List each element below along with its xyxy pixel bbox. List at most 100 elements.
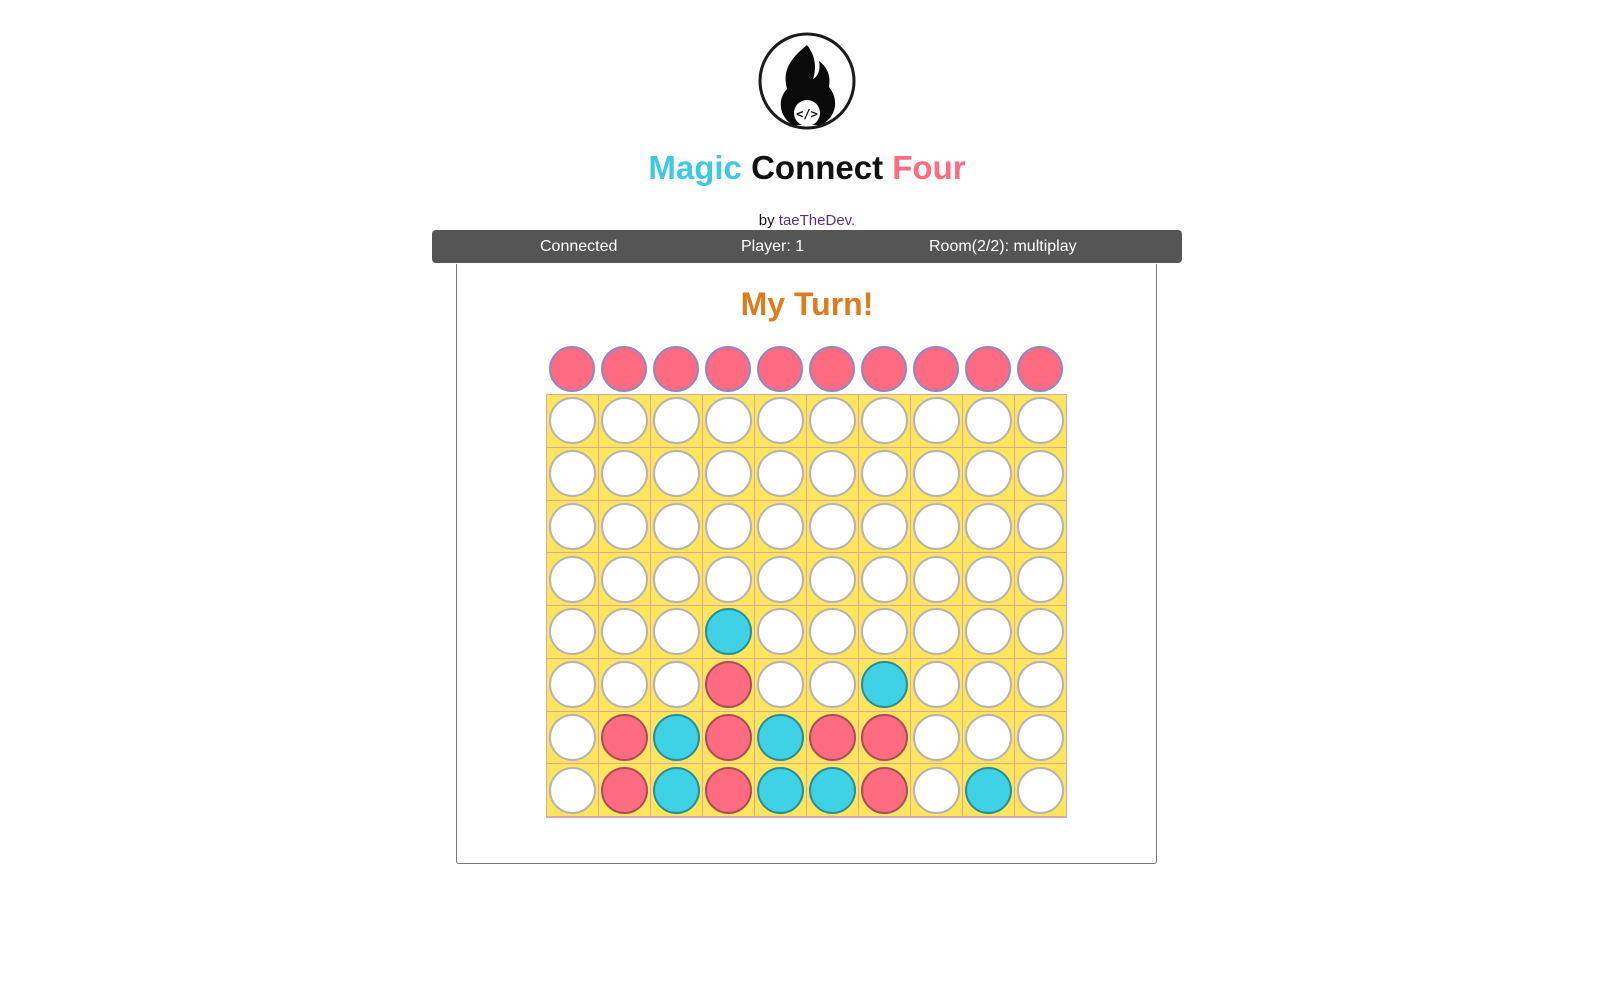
- board-cell[interactable]: [1015, 764, 1067, 817]
- board-cell[interactable]: [963, 553, 1015, 606]
- board-cell[interactable]: [651, 447, 703, 501]
- board-cell[interactable]: [651, 500, 703, 554]
- board-cell[interactable]: [807, 764, 859, 817]
- board-cell[interactable]: [1015, 711, 1067, 765]
- empty-slot: [913, 555, 960, 603]
- board-cell[interactable]: [599, 711, 651, 765]
- board-cell[interactable]: [911, 553, 963, 606]
- board-cell[interactable]: [963, 764, 1015, 817]
- drop-column-1[interactable]: [546, 344, 598, 394]
- title-word-four: Four: [892, 149, 966, 186]
- board-cell[interactable]: [703, 447, 755, 501]
- drop-column-6[interactable]: [806, 344, 858, 394]
- board-cell[interactable]: [547, 553, 599, 606]
- author-link[interactable]: taeTheDev: [779, 212, 851, 229]
- drop-column-4[interactable]: [702, 344, 754, 394]
- board-cell[interactable]: [755, 395, 807, 448]
- board-cell[interactable]: [963, 500, 1015, 554]
- board-cell[interactable]: [1015, 500, 1067, 554]
- board-cell[interactable]: [1015, 658, 1067, 712]
- board-cell[interactable]: [755, 553, 807, 606]
- board-cell[interactable]: [651, 395, 703, 448]
- board-cell[interactable]: [547, 658, 599, 712]
- board-cell[interactable]: [599, 658, 651, 712]
- svg-text:</>: </>: [796, 107, 818, 121]
- blue-piece: [705, 608, 752, 656]
- board-cell[interactable]: [755, 447, 807, 501]
- board-cell[interactable]: [703, 553, 755, 606]
- board-cell[interactable]: [599, 553, 651, 606]
- empty-slot: [601, 502, 648, 550]
- drop-column-5[interactable]: [754, 344, 806, 394]
- board-cell[interactable]: [911, 711, 963, 765]
- drop-column-9[interactable]: [962, 344, 1014, 394]
- board-cell[interactable]: [547, 395, 599, 448]
- board-cell[interactable]: [547, 500, 599, 554]
- board-cell[interactable]: [911, 658, 963, 712]
- board-cell[interactable]: [755, 764, 807, 817]
- byline-suffix: .: [851, 212, 856, 229]
- board-cell[interactable]: [651, 658, 703, 712]
- empty-slot: [809, 502, 856, 550]
- board-cell[interactable]: [547, 711, 599, 765]
- board-cell[interactable]: [807, 711, 859, 765]
- board-cell[interactable]: [703, 606, 755, 659]
- board-cell[interactable]: [651, 553, 703, 606]
- board-cell[interactable]: [547, 606, 599, 659]
- board-cell[interactable]: [755, 658, 807, 712]
- board-cell[interactable]: [911, 764, 963, 817]
- board-cell[interactable]: [755, 500, 807, 554]
- board-cell[interactable]: [963, 447, 1015, 501]
- board-cell[interactable]: [651, 764, 703, 817]
- board-cell[interactable]: [703, 395, 755, 448]
- drop-column-2[interactable]: [598, 344, 650, 394]
- board-cell[interactable]: [859, 553, 911, 606]
- board-cell[interactable]: [859, 606, 911, 659]
- board-cell[interactable]: [911, 606, 963, 659]
- board-cell[interactable]: [911, 395, 963, 448]
- board-cell[interactable]: [859, 500, 911, 554]
- board-cell[interactable]: [703, 711, 755, 765]
- board-cell[interactable]: [963, 395, 1015, 448]
- board-cell[interactable]: [599, 500, 651, 554]
- board-cell[interactable]: [547, 447, 599, 501]
- board-cell[interactable]: [599, 606, 651, 659]
- blue-piece: [861, 661, 908, 709]
- board-cell[interactable]: [755, 711, 807, 765]
- board-cell[interactable]: [963, 711, 1015, 765]
- empty-slot: [809, 661, 856, 709]
- board-cell[interactable]: [703, 764, 755, 817]
- board-cell[interactable]: [807, 553, 859, 606]
- board-cell[interactable]: [807, 500, 859, 554]
- drop-column-8[interactable]: [910, 344, 962, 394]
- board-cell[interactable]: [651, 606, 703, 659]
- board-cell[interactable]: [547, 764, 599, 817]
- board-cell[interactable]: [963, 658, 1015, 712]
- board-cell[interactable]: [755, 606, 807, 659]
- board-cell[interactable]: [807, 447, 859, 501]
- board-cell[interactable]: [1015, 447, 1067, 501]
- board-cell[interactable]: [859, 447, 911, 501]
- board-cell[interactable]: [703, 658, 755, 712]
- board-cell[interactable]: [911, 447, 963, 501]
- board-cell[interactable]: [807, 606, 859, 659]
- drop-column-3[interactable]: [650, 344, 702, 394]
- board-cell[interactable]: [1015, 553, 1067, 606]
- board-cell[interactable]: [1015, 395, 1067, 448]
- board-cell[interactable]: [599, 395, 651, 448]
- board-cell[interactable]: [859, 395, 911, 448]
- board-cell[interactable]: [651, 711, 703, 765]
- board-cell[interactable]: [911, 500, 963, 554]
- board-cell[interactable]: [1015, 606, 1067, 659]
- board-cell[interactable]: [963, 606, 1015, 659]
- board-cell[interactable]: [599, 764, 651, 817]
- board-cell[interactable]: [859, 764, 911, 817]
- board-cell[interactable]: [859, 658, 911, 712]
- drop-column-7[interactable]: [858, 344, 910, 394]
- board-cell[interactable]: [703, 500, 755, 554]
- board-cell[interactable]: [599, 447, 651, 501]
- board-cell[interactable]: [859, 711, 911, 765]
- board-cell[interactable]: [807, 658, 859, 712]
- drop-column-10[interactable]: [1014, 344, 1066, 394]
- board-cell[interactable]: [807, 395, 859, 448]
